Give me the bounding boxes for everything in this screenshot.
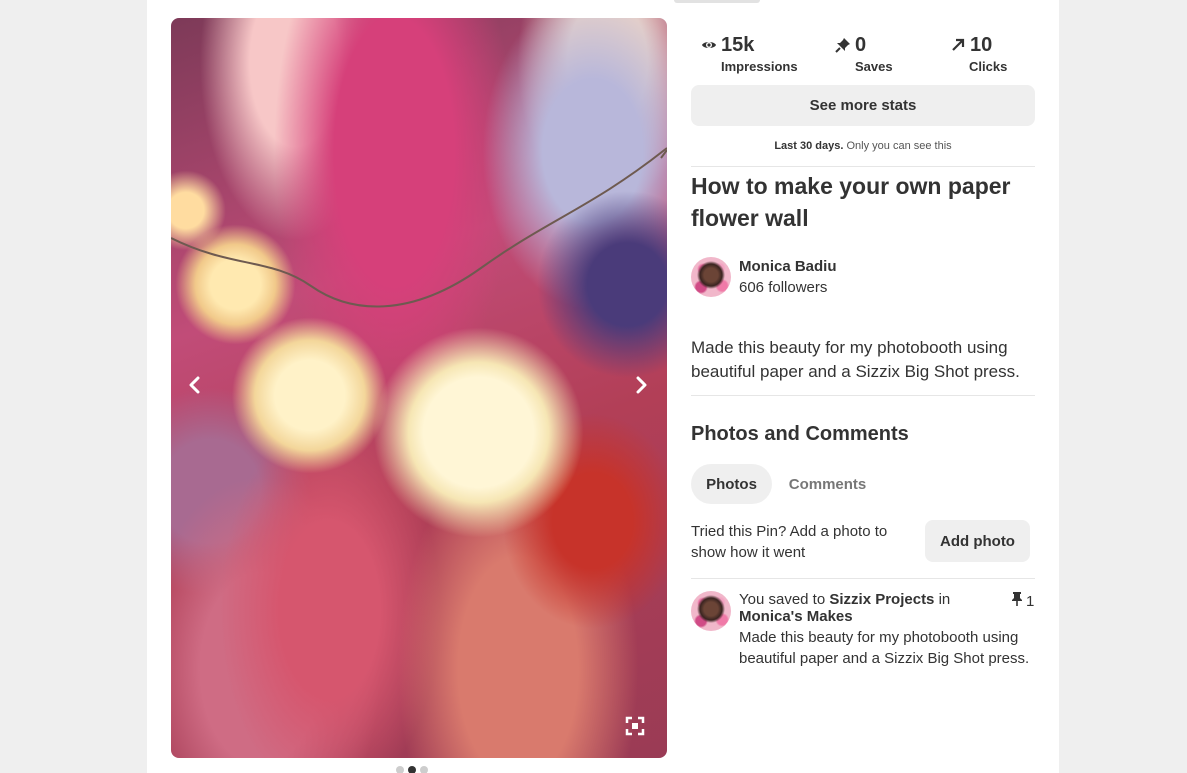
chevron-right-icon[interactable] [629,373,653,397]
pin-stats: 15k Impressions 0 Saves 10 Clicks [691,32,1035,78]
eye-icon [701,37,717,53]
board-link[interactable]: Sizzix Projects [829,591,934,608]
tab-comments[interactable]: Comments [776,464,879,504]
activity-saved-text: You saved to Sizzix Projects in Monica's… [739,591,1009,625]
clicks-value: 10 [970,34,993,56]
top-tab-indicator [674,0,760,3]
author-avatar[interactable] [691,257,731,297]
see-more-stats-button[interactable]: See more stats [691,85,1035,126]
save-count-value: 1 [1026,592,1035,610]
photos-comments-title: Photos and Comments [691,423,909,445]
pin-image[interactable] [171,18,667,758]
chevron-left-icon[interactable] [183,373,207,397]
clicks-label: Clicks [969,59,1008,74]
expand-icon[interactable] [625,716,645,736]
save-count[interactable]: 1 [1011,591,1034,611]
carousel-dots [396,766,428,773]
add-photo-button[interactable]: Add photo [925,520,1030,562]
activity-in-word: in [938,591,951,608]
impressions-value: 15k [721,34,755,56]
divider [691,166,1035,167]
carousel-dot[interactable] [420,766,428,773]
pin-title: How to make your own paper flower wall [691,173,1011,231]
saves-value: 0 [855,34,867,56]
divider [691,395,1035,396]
section-link[interactable]: Monica's Makes [739,608,853,625]
tab-photos[interactable]: Photos [691,464,772,504]
stat-clicks: 10 Clicks [950,32,1007,74]
activity-description: Made this beauty for my photobooth using… [739,629,1030,667]
stat-saves: 0 Saves [835,32,893,74]
stat-impressions: 15k Impressions [701,32,798,74]
activity-avatar[interactable] [691,591,731,631]
divider [691,578,1035,579]
string-lights-wire [171,147,667,308]
arrow-up-right-icon [950,37,966,53]
activity-prefix: You saved to [739,591,826,608]
pin-description: Made this beauty for my photobooth using… [691,338,1020,381]
stats-note-period: Last 30 days. [774,140,844,152]
stats-note-privacy: Only you can see this [846,140,952,152]
carousel-dot-active[interactable] [408,766,416,773]
pushpin-icon [1011,591,1023,611]
author-followers: 606 followers [739,279,828,296]
author-name[interactable]: Monica Badiu [739,258,837,275]
tried-pin-prompt: Tried this Pin? Add a photo to show how … [691,523,888,561]
saves-label: Saves [855,59,893,74]
impressions-label: Impressions [721,59,798,74]
pin-icon [835,37,851,53]
carousel-dot[interactable] [396,766,404,773]
stats-note: Last 30 days. Only you can see this [691,140,1035,152]
